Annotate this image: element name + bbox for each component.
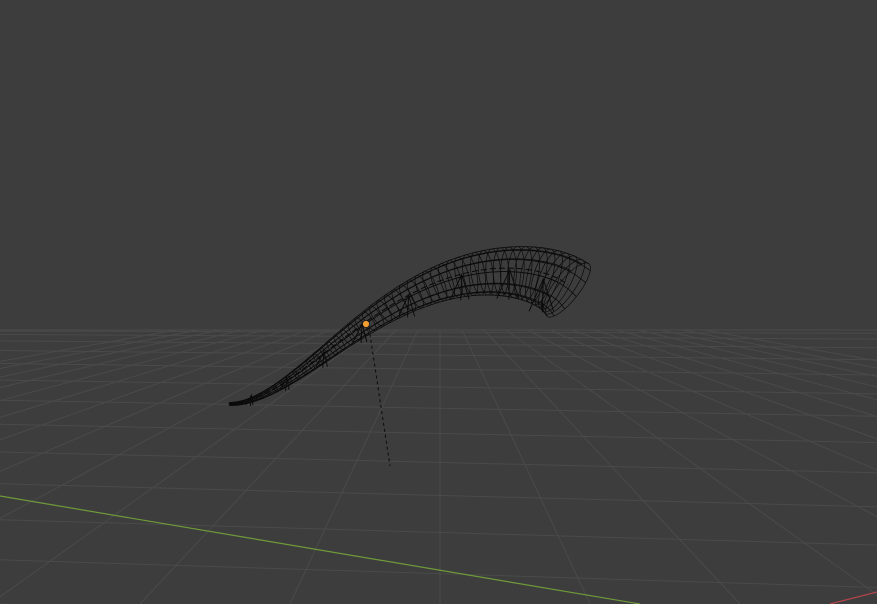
- viewport-canvas[interactable]: [0, 0, 877, 604]
- object-origin-point[interactable]: [362, 320, 370, 328]
- 3d-viewport[interactable]: [0, 0, 877, 604]
